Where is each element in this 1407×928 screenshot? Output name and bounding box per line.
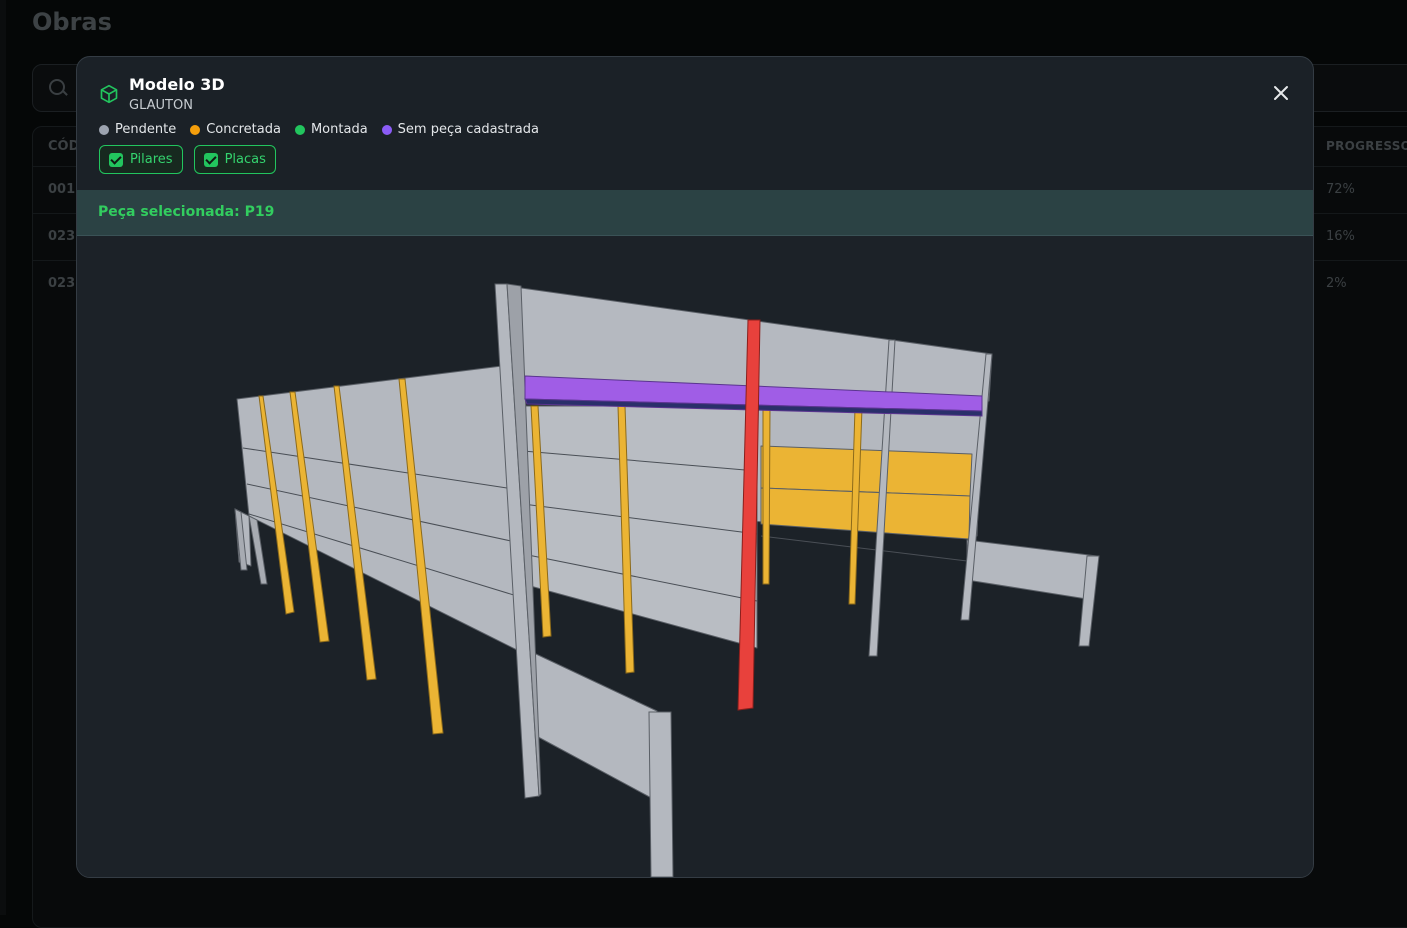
legend-item-sem-peca: Sem peça cadastrada <box>381 122 539 137</box>
sidebar <box>0 0 6 915</box>
legend-item-montada: Montada <box>294 122 368 137</box>
search-icon <box>49 79 65 95</box>
modal-subtitle: GLAUTON <box>129 98 193 113</box>
filter-group: Pilares Placas <box>99 145 276 174</box>
concreted-panel[interactable] <box>760 487 971 540</box>
page-title: Obras <box>32 8 112 36</box>
legend-item-pendente: Pendente <box>99 122 176 137</box>
column-header-code[interactable]: CÓD <box>48 139 79 154</box>
close-icon[interactable] <box>1269 81 1293 105</box>
filter-label: Placas <box>224 152 266 167</box>
selected-piece-bar: Peça selecionada: P19 <box>77 190 1313 236</box>
legend-dot <box>99 124 109 135</box>
checkbox-checked-icon[interactable] <box>109 152 123 167</box>
row-progress: 72% <box>1326 182 1355 197</box>
legend-label: Pendente <box>115 122 177 137</box>
checkbox-checked-icon[interactable] <box>203 152 218 167</box>
selected-piece-label: Peça selecionada: P19 <box>98 204 275 220</box>
legend-dot <box>381 124 392 135</box>
modal-header: Modelo 3D GLAUTON Pendente Concretada Mo… <box>77 57 1313 191</box>
legend-label: Montada <box>310 122 368 137</box>
row-code: 023 <box>48 276 76 291</box>
pending-pillar[interactable] <box>648 711 674 877</box>
filter-placas-toggle[interactable]: Placas <box>193 145 276 174</box>
wall-panel[interactable] <box>966 539 1098 601</box>
concreted-pillar[interactable] <box>762 407 771 585</box>
legend-label: Sem peça cadastrada <box>397 122 539 137</box>
legend-dot <box>190 124 201 135</box>
3d-viewport[interactable] <box>77 236 1313 877</box>
modal-title: Modelo 3D <box>129 75 225 94</box>
concreted-panel[interactable] <box>760 445 973 497</box>
3d-model-canvas[interactable] <box>77 236 1313 877</box>
status-legend: Pendente Concretada Montada Sem peça cad… <box>99 122 539 137</box>
row-progress: 16% <box>1326 229 1355 244</box>
cube-icon <box>100 84 118 104</box>
row-code: 023 <box>48 229 76 244</box>
legend-item-concretada: Concretada <box>190 122 281 137</box>
legend-label: Concretada <box>206 122 281 137</box>
row-progress: 2% <box>1326 276 1347 291</box>
wall-panel[interactable] <box>522 405 758 649</box>
column-header-progress[interactable]: PROGRESSO <box>1326 139 1407 153</box>
model-3d-modal: Modelo 3D GLAUTON Pendente Concretada Mo… <box>76 56 1314 878</box>
filter-pilares-toggle[interactable]: Pilares <box>99 145 183 174</box>
legend-dot <box>294 124 305 135</box>
filter-label: Pilares <box>130 152 173 167</box>
pending-pillar[interactable] <box>248 515 268 585</box>
row-code: 001 <box>48 182 76 197</box>
